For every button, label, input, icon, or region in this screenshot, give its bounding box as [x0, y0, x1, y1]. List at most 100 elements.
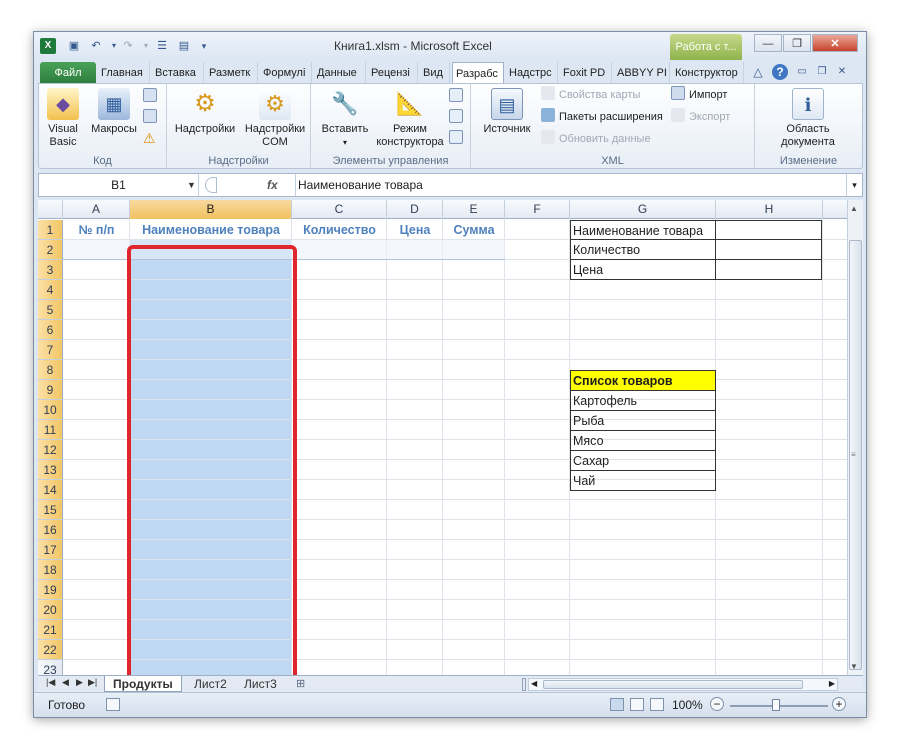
tab-formulas[interactable]: Формулі [260, 62, 312, 84]
scroll-up-icon[interactable]: ▲ [850, 204, 858, 213]
excel-app-icon[interactable]: X [40, 38, 56, 54]
sheet-tab-2[interactable]: Лист2 [186, 676, 235, 692]
cell-c1[interactable]: Количество [292, 220, 387, 240]
insert-sheet-icon[interactable]: ⊞ [296, 677, 305, 690]
relative-refs-icon[interactable] [143, 109, 161, 126]
view-code-icon[interactable] [449, 109, 467, 126]
column-header-d[interactable]: D [387, 200, 443, 219]
tab-design[interactable]: Конструктор [672, 62, 744, 84]
row-header-16[interactable]: 16 [38, 520, 63, 540]
cell-b1[interactable]: Наименование товара [130, 220, 292, 240]
product-list-title[interactable]: Список товаров [570, 370, 716, 391]
redo-dropdown-icon[interactable]: ▾ [138, 38, 154, 54]
addins-button[interactable]: ⚙ Надстройки [171, 88, 239, 136]
column-header-a[interactable]: A [63, 200, 130, 219]
sheet-tab-products[interactable]: Продукты [104, 676, 182, 692]
row-header-7[interactable]: 7 [38, 340, 63, 360]
horizontal-scrollbar[interactable]: ◀ ▶ [528, 678, 838, 691]
column-header-g[interactable]: G [570, 200, 716, 219]
save-icon[interactable]: ▣ [66, 38, 82, 54]
row-header-6[interactable]: 6 [38, 320, 63, 340]
tab-split-handle[interactable] [522, 678, 526, 691]
expansion-packs-button[interactable]: Пакеты расширения [541, 108, 663, 125]
source-button[interactable]: ▤ Источник [479, 88, 535, 136]
tab-abbyy[interactable]: ABBYY PI [614, 62, 670, 84]
minimize-button[interactable]: — [754, 34, 782, 52]
restore-button[interactable]: ❐ [783, 34, 811, 52]
macro-security-icon[interactable]: ⚠ [143, 130, 156, 146]
vertical-scrollbar[interactable]: ▲ ≡ ▼ [847, 200, 863, 675]
tab-insert[interactable]: Вставка [152, 62, 204, 84]
minimize-ribbon-icon[interactable]: △ [750, 64, 766, 80]
next-sheet-icon[interactable]: ▶ [76, 677, 83, 688]
row-header-18[interactable]: 18 [38, 560, 63, 580]
row-header-2[interactable]: 2 [38, 240, 63, 260]
column-header-f[interactable]: F [505, 200, 570, 219]
com-addins-button[interactable]: ⚙ Надстройки COM [241, 88, 309, 149]
cell-d1[interactable]: Цена [387, 220, 443, 240]
properties-icon[interactable] [449, 88, 467, 105]
row-header-5[interactable]: 5 [38, 300, 63, 320]
product-item[interactable]: Мясо [570, 430, 716, 451]
product-item[interactable]: Рыба [570, 410, 716, 431]
row-header-1[interactable]: 1 [38, 220, 63, 240]
row-header-8[interactable]: 8 [38, 360, 63, 380]
doc-restore-icon[interactable]: ❐ [814, 64, 830, 80]
column-header-b[interactable]: B [130, 200, 292, 219]
cell-e1[interactable]: Сумма [443, 220, 505, 240]
first-sheet-icon[interactable]: |◀ [46, 677, 55, 688]
tab-home[interactable]: Главная [98, 62, 150, 84]
scroll-left-icon[interactable]: ◀ [531, 679, 537, 688]
listbox-icon[interactable]: ▤ [176, 38, 192, 54]
refresh-data-button[interactable]: Обновить данные [541, 130, 651, 147]
close-button[interactable]: ✕ [812, 34, 858, 52]
cell-h2[interactable] [715, 239, 822, 260]
horizontal-scroll-thumb[interactable] [543, 680, 803, 689]
row-header-13[interactable]: 13 [38, 460, 63, 480]
customize-qat-icon[interactable]: ▾ [196, 38, 212, 54]
page-break-view-icon[interactable] [650, 698, 664, 711]
worksheet-grid[interactable]: ABCDEFGH 1 2 3 4 5 6 7 8 9 10 11 12 13 14 15 16 17 18 19 20… [38, 200, 863, 675]
row-header-21[interactable]: 21 [38, 620, 63, 640]
row-header-19[interactable]: 19 [38, 580, 63, 600]
last-sheet-icon[interactable]: ▶| [88, 677, 97, 688]
form-icon[interactable]: ☰ [154, 38, 170, 54]
tab-view[interactable]: Вид [420, 62, 450, 84]
macro-record-icon[interactable] [106, 698, 120, 711]
zoom-in-icon[interactable]: + [832, 697, 846, 711]
doc-close-icon[interactable]: ✕ [834, 64, 850, 80]
row-header-23[interactable]: 23 [38, 660, 63, 675]
expand-formula-bar-icon[interactable]: ▾ [846, 174, 862, 196]
run-dialog-icon[interactable] [449, 130, 467, 147]
insert-control-button[interactable]: 🔧 Вставить ▾ [317, 88, 373, 149]
scroll-down-icon[interactable]: ▼ [850, 662, 858, 671]
redo-icon[interactable]: ↷ [120, 38, 136, 54]
tab-layout[interactable]: Разметк [206, 62, 258, 84]
product-item[interactable]: Сахар [570, 450, 716, 471]
row-header-9[interactable]: 9 [38, 380, 63, 400]
row-header-15[interactable]: 15 [38, 500, 63, 520]
zoom-slider-knob[interactable] [772, 699, 780, 711]
formula-bar-splitter[interactable] [205, 177, 217, 193]
design-mode-button[interactable]: 📐 Режим конструктора [375, 88, 445, 149]
tab-data[interactable]: Данные [314, 62, 366, 84]
prev-sheet-icon[interactable]: ◀ [62, 677, 69, 688]
export-button[interactable]: Экспорт [671, 108, 730, 125]
row-header-20[interactable]: 20 [38, 600, 63, 620]
cell-g1[interactable]: Наименование товара [570, 220, 716, 240]
product-item[interactable]: Чай [570, 470, 716, 491]
name-box[interactable]: B1 [39, 174, 199, 196]
tab-foxit[interactable]: Foxit PD [560, 62, 612, 84]
cell-g3[interactable]: Цена [570, 259, 716, 280]
tab-developer[interactable]: Разрабс [452, 62, 504, 84]
page-layout-view-icon[interactable] [630, 698, 644, 711]
row-header-4[interactable]: 4 [38, 280, 63, 300]
normal-view-icon[interactable] [610, 698, 624, 711]
tab-addins[interactable]: Надстрс [506, 62, 558, 84]
formula-input[interactable]: Наименование товара [295, 174, 845, 196]
cell-a1[interactable]: № п/п [63, 220, 130, 240]
tab-file[interactable]: Файл [40, 62, 96, 84]
cell-h3[interactable] [715, 259, 822, 280]
column-header-h[interactable]: H [716, 200, 823, 219]
help-icon[interactable]: ? [772, 64, 788, 80]
